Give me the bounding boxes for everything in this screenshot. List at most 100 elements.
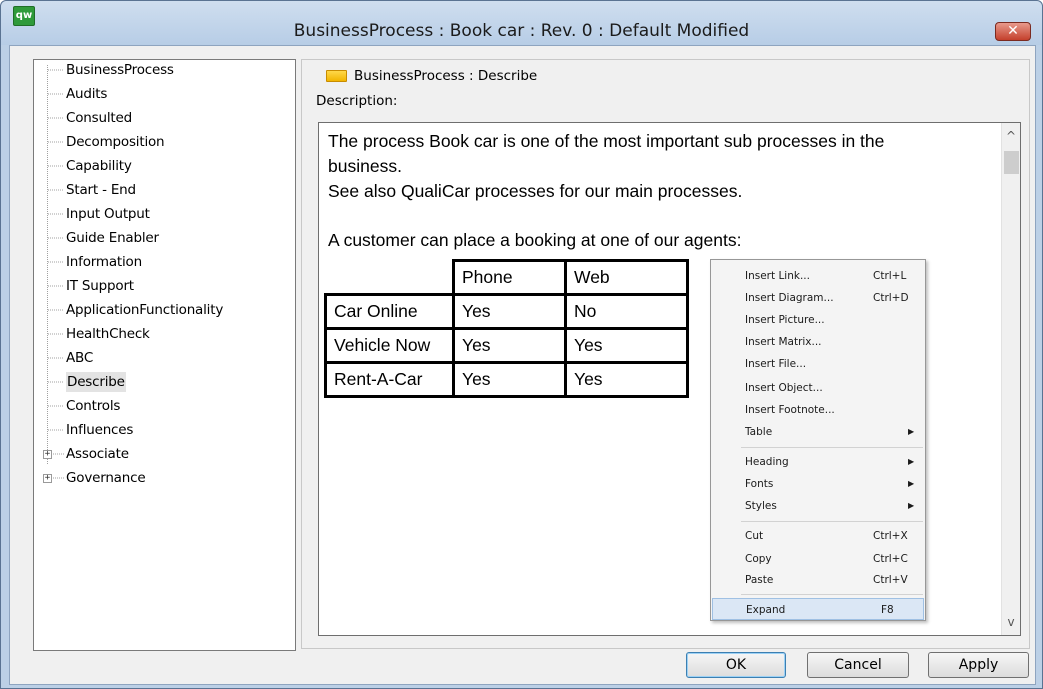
- table-cell-web: Yes: [564, 327, 689, 364]
- menu-copy[interactable]: Copy Ctrl+C: [712, 548, 924, 570]
- apply-button[interactable]: Apply: [928, 652, 1029, 678]
- menu-styles[interactable]: Styles ▶: [712, 495, 924, 517]
- editor-scrollbar[interactable]: ^ v: [1001, 123, 1020, 635]
- navigation-tree: BusinessProcess Audits Consulted Decompo…: [33, 59, 296, 651]
- table-row: Car Online Yes No: [324, 293, 689, 330]
- cancel-button[interactable]: Cancel: [807, 652, 909, 678]
- menu-shortcut: Ctrl+V: [873, 574, 908, 586]
- editor-line-4: A customer can place a booking at one of…: [328, 230, 742, 250]
- folder-icon: [326, 70, 347, 82]
- table-cell-phone: Yes: [452, 361, 567, 398]
- menu-label: Insert Diagram...: [745, 292, 834, 304]
- ok-button[interactable]: OK: [686, 652, 786, 678]
- menu-shortcut: F8: [881, 604, 894, 616]
- scroll-up-icon[interactable]: ^: [1002, 127, 1020, 145]
- submenu-arrow-icon: ▶: [908, 479, 915, 488]
- tree-item-guide-enabler[interactable]: Guide Enabler: [66, 228, 159, 248]
- table-header-web: Web: [564, 259, 689, 296]
- editor-line-1: The process Book car is one of the most …: [328, 131, 885, 151]
- menu-insert-footnote[interactable]: Insert Footnote...: [712, 399, 924, 421]
- table-cell-phone: Yes: [452, 327, 567, 364]
- menu-shortcut: Ctrl+X: [873, 530, 908, 542]
- submenu-arrow-icon: ▶: [908, 457, 915, 466]
- menu-label: Insert Matrix...: [745, 336, 822, 348]
- table-cell-web: No: [564, 293, 689, 330]
- tree-item-influences[interactable]: Influences: [66, 420, 133, 440]
- menu-insert-file[interactable]: Insert File...: [712, 353, 924, 375]
- menu-fonts[interactable]: Fonts ▶: [712, 473, 924, 495]
- menu-insert-object[interactable]: Insert Object...: [712, 377, 924, 399]
- panel-header: BusinessProcess : Describe: [354, 68, 538, 84]
- menu-insert-link[interactable]: Insert Link... Ctrl+L: [712, 265, 924, 287]
- menu-label: Cut: [745, 530, 764, 542]
- menu-label: Styles: [745, 500, 777, 512]
- scrollbar-thumb[interactable]: [1004, 151, 1019, 174]
- tree-connector-lines: [47, 65, 64, 479]
- table-row: Rent-A-Car Yes Yes: [324, 361, 689, 398]
- agents-table[interactable]: Phone Web Car Online Yes No Vehicle Now …: [324, 259, 689, 398]
- tree-item-application-functionality[interactable]: ApplicationFunctionality: [66, 300, 223, 320]
- tree-item-associate[interactable]: Associate: [66, 444, 129, 464]
- tree-item-consulted[interactable]: Consulted: [66, 108, 132, 128]
- close-button[interactable]: ✕: [995, 22, 1031, 41]
- window-title: BusinessProcess : Book car : Rev. 0 : De…: [293, 21, 750, 41]
- table-cell-agent: Vehicle Now: [324, 327, 455, 364]
- menu-label: Insert Footnote...: [745, 404, 835, 416]
- menu-table[interactable]: Table ▶: [712, 421, 924, 443]
- menu-separator: [741, 447, 923, 448]
- menu-label: Heading: [745, 456, 789, 468]
- tree-item-it-support[interactable]: IT Support: [66, 276, 134, 296]
- scroll-down-icon[interactable]: v: [1002, 613, 1020, 631]
- menu-label: Fonts: [745, 478, 774, 490]
- menu-label: Insert Link...: [745, 270, 810, 282]
- table-header-phone: Phone: [452, 259, 567, 296]
- table-cell-agent: Rent-A-Car: [324, 361, 455, 398]
- menu-label: Expand: [746, 604, 786, 616]
- description-label: Description:: [316, 93, 398, 109]
- tree-item-abc[interactable]: ABC: [66, 348, 93, 368]
- menu-label: Table: [745, 426, 773, 438]
- menu-insert-matrix[interactable]: Insert Matrix...: [712, 331, 924, 353]
- tree-item-decomposition[interactable]: Decomposition: [66, 132, 165, 152]
- menu-label: Insert Picture...: [745, 314, 825, 326]
- menu-label: Insert File...: [745, 358, 807, 370]
- tree-item-healthcheck[interactable]: HealthCheck: [66, 324, 150, 344]
- tree-item-describe[interactable]: Describe: [66, 372, 126, 392]
- editor-context-menu: Insert Link... Ctrl+L Insert Diagram... …: [710, 259, 926, 621]
- menu-separator: [741, 594, 923, 595]
- tree-item-start-end[interactable]: Start - End: [66, 180, 136, 200]
- tree-item-governance[interactable]: Governance: [66, 468, 146, 488]
- menu-expand[interactable]: Expand F8: [712, 598, 924, 620]
- tree-item-information[interactable]: Information: [66, 252, 142, 272]
- menu-label: Copy: [745, 553, 772, 565]
- menu-label: Insert Object...: [745, 382, 823, 394]
- tree-item-audits[interactable]: Audits: [66, 84, 107, 104]
- menu-paste[interactable]: Paste Ctrl+V: [712, 569, 924, 591]
- menu-shortcut: Ctrl+L: [873, 270, 907, 282]
- menu-separator: [741, 521, 923, 522]
- menu-insert-diagram[interactable]: Insert Diagram... Ctrl+D: [712, 287, 924, 309]
- menu-shortcut: Ctrl+C: [873, 553, 908, 565]
- menu-shortcut: Ctrl+D: [873, 292, 909, 304]
- tree-item-controls[interactable]: Controls: [66, 396, 120, 416]
- editor-line-3: See also QualiCar processes for our main…: [328, 181, 743, 201]
- editor-line-2: business.: [328, 156, 402, 176]
- table-row: Vehicle Now Yes Yes: [324, 327, 689, 364]
- table-cell-agent: Car Online: [324, 293, 455, 330]
- table-cell-web: Yes: [564, 361, 689, 398]
- expand-governance-icon[interactable]: +: [43, 474, 52, 483]
- submenu-arrow-icon: ▶: [908, 427, 915, 436]
- title-bar[interactable]: qw BusinessProcess : Book car : Rev. 0 :…: [1, 1, 1042, 45]
- tree-item-input-output[interactable]: Input Output: [66, 204, 150, 224]
- table-header-row: Phone Web: [326, 259, 689, 296]
- tree-item-capability[interactable]: Capability: [66, 156, 132, 176]
- menu-insert-picture[interactable]: Insert Picture...: [712, 309, 924, 331]
- submenu-arrow-icon: ▶: [908, 501, 915, 510]
- table-cell-phone: Yes: [452, 293, 567, 330]
- tree-item-businessprocess[interactable]: BusinessProcess: [66, 60, 174, 80]
- table-corner-cell: [326, 261, 454, 295]
- menu-cut[interactable]: Cut Ctrl+X: [712, 525, 924, 547]
- menu-label: Paste: [745, 574, 774, 586]
- expand-associate-icon[interactable]: +: [43, 450, 52, 459]
- menu-heading[interactable]: Heading ▶: [712, 451, 924, 473]
